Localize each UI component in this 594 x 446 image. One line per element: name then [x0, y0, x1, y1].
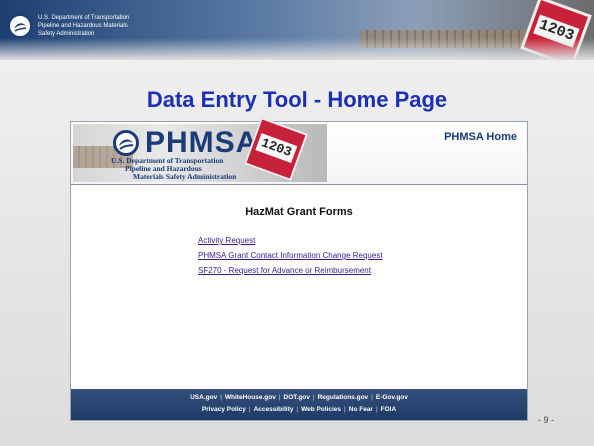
dot-logo-icon [8, 14, 32, 38]
site-footer: USA.gov | WhiteHouse.gov | DOT.gov | Regulatio… [71, 389, 527, 420]
page-number: - 9 - [538, 415, 555, 425]
footer-link-dot-gov[interactable]: DOT.gov [284, 394, 310, 401]
list-item: Activity Request [198, 230, 383, 245]
slide: U.S. Department of Transportation Pipeli… [0, 0, 594, 446]
footer-link-privacy-policy[interactable]: Privacy Policy [202, 406, 246, 413]
agency-name: U.S. Department of Transportation Pipeli… [38, 14, 178, 38]
contact-change-request-link[interactable]: PHMSA Grant Contact Information Change R… [198, 251, 383, 260]
footer-link-no-fear[interactable]: No Fear [349, 406, 373, 413]
site-header: PHMSA U.S. Department of Transportation … [71, 116, 527, 185]
footer-link-accessibility[interactable]: Accessibility [254, 406, 294, 413]
footer-link-usa-gov[interactable]: USA.gov [190, 394, 217, 401]
footer-link-foia[interactable]: FOIA [381, 406, 397, 413]
phmsa-home-link[interactable]: PHMSA Home [444, 131, 517, 143]
phmsa-logo[interactable]: PHMSA U.S. Department of Transportation … [73, 116, 327, 182]
agency-line-3: Safety Administration [38, 31, 95, 37]
phmsa-brand: PHMSA [145, 126, 259, 159]
forms-heading: HazMat Grant Forms [245, 206, 353, 218]
sf270-request-link[interactable]: SF270 - Request for Advance or Reimburse… [198, 266, 371, 275]
agency-line-1: U.S. Department of Transportation [38, 15, 130, 21]
activity-request-link[interactable]: Activity Request [198, 236, 255, 245]
phmsa-sub-line-3: Materials Safety Administration [133, 172, 237, 181]
footer-link-egov-gov[interactable]: E-Gov.gov [376, 394, 408, 401]
browser-page: PHMSA U.S. Department of Transportation … [70, 116, 528, 421]
agency-line-2: Pipeline and Hazardous Materials [38, 23, 128, 29]
list-item: PHMSA Grant Contact Information Change R… [198, 245, 383, 260]
footer-link-regulations-gov[interactable]: Regulations.gov [318, 394, 369, 401]
footer-link-whitehouse-gov[interactable]: WhiteHouse.gov [225, 394, 276, 401]
dot-emblem-icon [113, 130, 139, 156]
list-item: SF270 - Request for Advance or Reimburse… [198, 260, 383, 275]
top-banner: U.S. Department of Transportation Pipeli… [0, 0, 594, 60]
footer-row-1: USA.gov | WhiteHouse.gov | DOT.gov | Regulatio… [190, 394, 408, 401]
footer-link-web-policies[interactable]: Web Policies [301, 406, 341, 413]
forms-list: Activity Request PHMSA Grant Contact Inf… [198, 230, 383, 275]
footer-row-2: Privacy Policy | Accessibility | Web Policie… [201, 406, 397, 413]
slide-title: Data Entry Tool - Home Page [146, 87, 448, 112]
placard-number: 1203 [255, 133, 298, 164]
